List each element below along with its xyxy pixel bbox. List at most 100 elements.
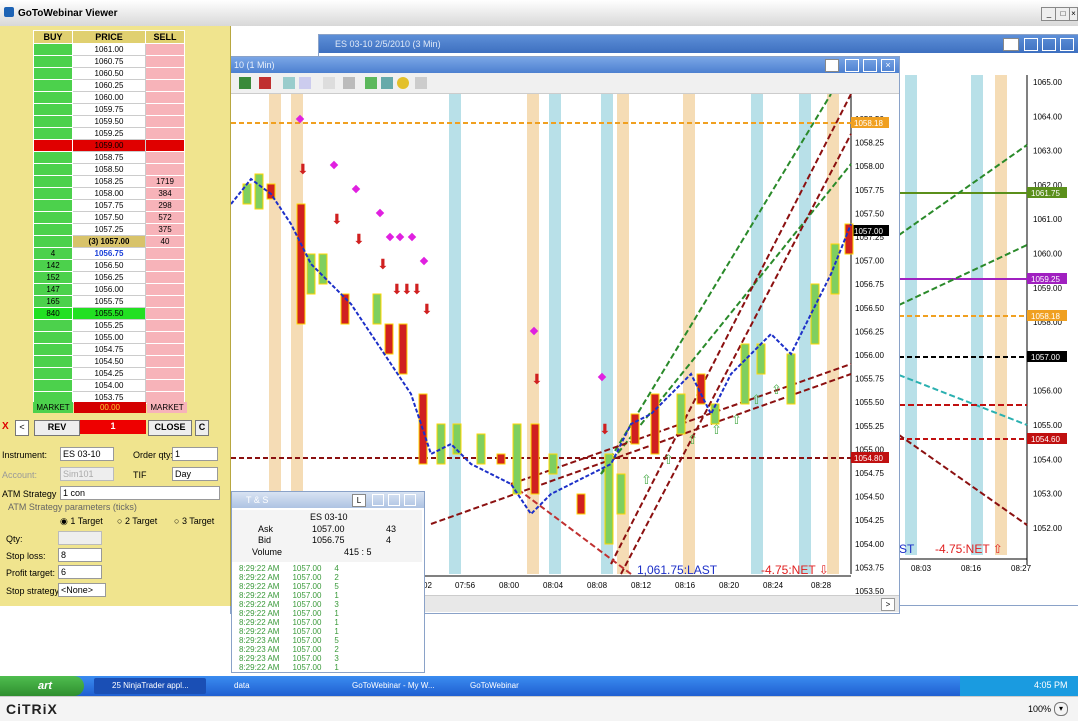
- dom-sell-cell[interactable]: [145, 91, 185, 104]
- dom-sell-cell[interactable]: [145, 367, 185, 380]
- indicator-icon[interactable]: [381, 77, 393, 89]
- dom-sell-cell[interactable]: [145, 103, 185, 116]
- task-ninjatrader[interactable]: 25 NinjaTrader appl...: [94, 678, 206, 694]
- close-button[interactable]: ×: [1069, 7, 1078, 21]
- chart1-l-button[interactable]: L: [825, 59, 839, 72]
- dom-buy-cell[interactable]: [33, 343, 73, 356]
- rev-button[interactable]: REV: [34, 420, 80, 436]
- chart-window-close-button[interactable]: [1060, 38, 1074, 51]
- zoom-in-icon[interactable]: [283, 77, 295, 89]
- dom-sell-cell[interactable]: [145, 127, 185, 140]
- buy-market-button[interactable]: MARKET: [33, 402, 73, 413]
- account-select[interactable]: Sim101: [60, 467, 114, 481]
- ts-min-button[interactable]: [372, 494, 384, 506]
- qty-input[interactable]: [58, 531, 102, 545]
- start-button[interactable]: art: [0, 676, 84, 696]
- dom-sell-cell[interactable]: [145, 151, 185, 164]
- dom-sell-cell[interactable]: [145, 79, 185, 92]
- dom-buy-cell[interactable]: [33, 199, 73, 212]
- task-gotowebinar[interactable]: GoToWebinar: [452, 678, 564, 694]
- dom-buy-cell[interactable]: [33, 127, 73, 140]
- dom-sell-cell[interactable]: [145, 283, 185, 296]
- dom-buy-cell[interactable]: [33, 67, 73, 80]
- dom-sell-cell[interactable]: 375: [145, 223, 185, 236]
- dom-buy-cell[interactable]: [33, 235, 73, 248]
- dom-buy-cell[interactable]: [33, 115, 73, 128]
- bars-type-icon[interactable]: [239, 77, 251, 89]
- dom-buy-cell[interactable]: 840: [33, 307, 73, 320]
- dom-buy-cell[interactable]: [33, 379, 73, 392]
- ts-close-button[interactable]: [404, 494, 416, 506]
- alert-icon[interactable]: [397, 77, 409, 89]
- dom-buy-cell[interactable]: 147: [33, 283, 73, 296]
- left-arrow-button[interactable]: <: [15, 420, 29, 436]
- chart-window-max-button[interactable]: [1042, 38, 1056, 51]
- dom-buy-cell[interactable]: [33, 175, 73, 188]
- task-data[interactable]: data: [216, 678, 326, 694]
- close-position-button[interactable]: CLOSE: [148, 420, 192, 436]
- target3-radio[interactable]: ○ 3 Target: [174, 516, 214, 526]
- dom-sell-cell[interactable]: [145, 259, 185, 272]
- dom-buy-cell[interactable]: [33, 91, 73, 104]
- dom-sell-cell[interactable]: [145, 319, 185, 332]
- strategy-icon[interactable]: [365, 77, 377, 89]
- order-qty-input[interactable]: 1: [172, 447, 218, 461]
- chart1-max-button[interactable]: [863, 59, 877, 72]
- dom-buy-cell[interactable]: [33, 43, 73, 56]
- stop-strategy-select[interactable]: <None>: [58, 583, 106, 597]
- dom-buy-cell[interactable]: [33, 211, 73, 224]
- stop-loss-input[interactable]: 8: [58, 548, 102, 562]
- pencil-icon[interactable]: [259, 77, 271, 89]
- target2-radio[interactable]: ○ 2 Target: [117, 516, 157, 526]
- dom-sell-cell[interactable]: [145, 343, 185, 356]
- chart1-min-button[interactable]: [845, 59, 859, 72]
- dom-buy-cell[interactable]: [33, 319, 73, 332]
- c-button[interactable]: C: [195, 420, 209, 436]
- dom-sell-cell[interactable]: [145, 271, 185, 284]
- dom-sell-cell[interactable]: [145, 331, 185, 344]
- tif-select[interactable]: Day: [172, 467, 218, 481]
- dom-sell-cell[interactable]: [145, 247, 185, 260]
- ts-l-button[interactable]: L: [352, 494, 366, 507]
- dom-buy-cell[interactable]: [33, 355, 73, 368]
- dom-sell-cell[interactable]: 298: [145, 199, 185, 212]
- dom-sell-cell[interactable]: [145, 307, 185, 320]
- dom-sell-cell[interactable]: [145, 379, 185, 392]
- scroll-right-button[interactable]: >: [881, 598, 895, 611]
- data-box-icon[interactable]: [415, 77, 427, 89]
- dom-sell-cell[interactable]: [145, 115, 185, 128]
- dom-sell-cell[interactable]: [145, 43, 185, 56]
- dom-sell-cell[interactable]: [145, 67, 185, 80]
- dom-sell-cell[interactable]: [145, 139, 185, 152]
- dom-buy-cell[interactable]: [33, 151, 73, 164]
- atm-strategy-select[interactable]: 1 con: [60, 486, 220, 500]
- chart2-plot[interactable]: 1065.001064.001063.001062.001061.001060.…: [899, 75, 1078, 605]
- dom-sell-cell[interactable]: 384: [145, 187, 185, 200]
- dom-buy-cell[interactable]: 165: [33, 295, 73, 308]
- dom-buy-cell[interactable]: 152: [33, 271, 73, 284]
- dom-sell-cell[interactable]: [145, 295, 185, 308]
- profit-target-input[interactable]: 6: [58, 565, 102, 579]
- dom-sell-cell[interactable]: [145, 55, 185, 68]
- ts-max-button[interactable]: [388, 494, 400, 506]
- dom-buy-cell[interactable]: [33, 79, 73, 92]
- ts-titlebar[interactable]: T & S L: [232, 492, 424, 508]
- properties-icon[interactable]: [343, 77, 355, 89]
- zoom-out-icon[interactable]: [299, 77, 311, 89]
- dom-buy-cell[interactable]: [33, 163, 73, 176]
- dom-sell-cell[interactable]: [145, 355, 185, 368]
- dom-sell-cell[interactable]: [145, 163, 185, 176]
- dom-buy-cell[interactable]: 4: [33, 247, 73, 260]
- zoom-dropdown-icon[interactable]: ▾: [1054, 702, 1068, 716]
- chart-window-min-button[interactable]: [1024, 38, 1038, 51]
- dom-buy-cell[interactable]: [33, 55, 73, 68]
- instrument-select[interactable]: ES 03-10: [60, 447, 114, 461]
- chart1-titlebar[interactable]: 10 (1 Min) L ×: [231, 57, 899, 73]
- dom-buy-cell[interactable]: [33, 331, 73, 344]
- dom-sell-cell[interactable]: 1719: [145, 175, 185, 188]
- chart1-close-button[interactable]: ×: [881, 59, 895, 72]
- dom-buy-cell[interactable]: [33, 223, 73, 236]
- task-gotowebinar-my[interactable]: GoToWebinar - My W...: [334, 678, 446, 694]
- dom-buy-cell[interactable]: [33, 139, 73, 152]
- dom-buy-cell[interactable]: [33, 103, 73, 116]
